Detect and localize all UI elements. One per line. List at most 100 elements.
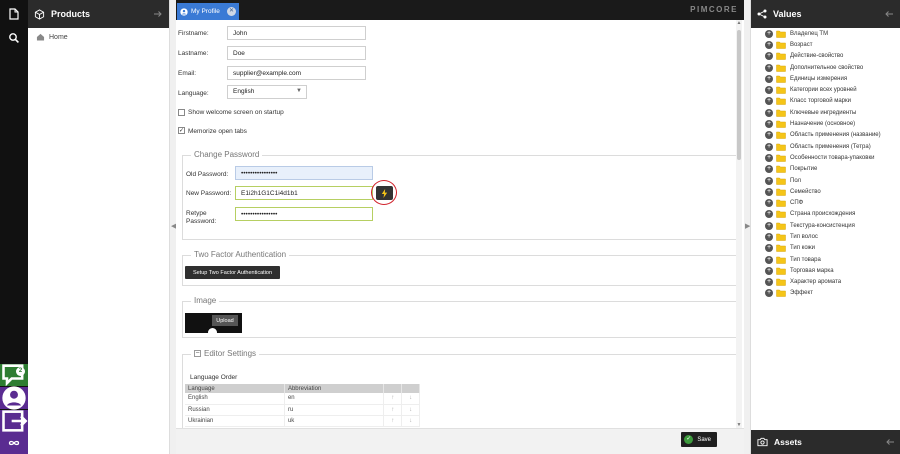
collapse-minus-icon[interactable]: −: [194, 350, 201, 357]
folder-icon: [776, 290, 786, 298]
expand-plus-icon[interactable]: +: [765, 86, 773, 95]
expand-plus-icon[interactable]: +: [765, 108, 773, 117]
image-fieldset: Image: [182, 296, 737, 338]
expand-plus-icon[interactable]: +: [765, 142, 773, 151]
expand-plus-icon[interactable]: +: [765, 176, 773, 185]
values-tree-item[interactable]: + Единицы измерения: [751, 73, 900, 84]
values-tree-item[interactable]: + Тип волос: [751, 231, 900, 242]
values-tree-item[interactable]: + Характер аромата: [751, 277, 900, 288]
values-tree-item[interactable]: + Страна происхождения: [751, 209, 900, 220]
expand-plus-icon[interactable]: +: [765, 187, 773, 196]
values-tree-item[interactable]: + Возраст: [751, 39, 900, 50]
values-tree-item[interactable]: + Пол: [751, 175, 900, 186]
export-menu-button[interactable]: [0, 410, 28, 432]
expand-plus-icon[interactable]: +: [765, 210, 773, 219]
values-tree-item[interactable]: + Область применения (название): [751, 130, 900, 141]
legend-text: Image: [194, 296, 217, 305]
upload-image-button[interactable]: Upload: [212, 315, 238, 326]
table-row[interactable]: Ukrainian uk ↑ ↓: [185, 415, 420, 427]
values-tree-item[interactable]: + Действие-свойство: [751, 51, 900, 62]
values-tree-item[interactable]: + Особенности товара-упаковки: [751, 152, 900, 163]
language-select[interactable]: English: [227, 85, 307, 99]
chevron-down-icon[interactable]: ▼: [296, 88, 302, 94]
values-tree-item[interactable]: + Ключевые ингредиенты: [751, 107, 900, 118]
expand-plus-icon[interactable]: +: [765, 120, 773, 129]
infinity-icon: [8, 440, 20, 446]
expand-plus-icon[interactable]: +: [765, 165, 773, 174]
values-tree-item[interactable]: + СПФ: [751, 197, 900, 208]
scrollbar-thumb[interactable]: [737, 30, 741, 160]
expand-plus-icon[interactable]: +: [765, 153, 773, 162]
values-tree-item-label: Возраст: [790, 41, 813, 48]
tree-item-home[interactable]: Home: [28, 30, 169, 44]
documents-nav-button[interactable]: [0, 2, 28, 26]
old-password-input[interactable]: [235, 166, 373, 180]
arrow-down-icon[interactable]: ↓: [401, 393, 420, 405]
move-up-column-header: [383, 384, 403, 393]
retype-password-input[interactable]: [235, 207, 373, 221]
values-tree-item-label: Единицы измерения: [790, 75, 848, 82]
values-tree-item[interactable]: + Категории всех уровней: [751, 84, 900, 95]
expand-plus-icon[interactable]: +: [765, 74, 773, 83]
abbreviation-cell: ru: [284, 404, 385, 416]
expand-plus-icon[interactable]: +: [765, 232, 773, 241]
setup-two-factor-button[interactable]: Setup Two Factor Authentication: [185, 266, 280, 279]
folder-icon: [776, 165, 786, 173]
email-input[interactable]: [227, 66, 366, 80]
expand-plus-icon[interactable]: +: [765, 97, 773, 106]
values-tree-item[interactable]: + Текстура-консистенция: [751, 220, 900, 231]
expand-plus-icon[interactable]: +: [765, 40, 773, 49]
form-scrollbar[interactable]: ▲ ▼: [736, 20, 742, 428]
arrow-down-icon[interactable]: ↓: [401, 415, 420, 427]
arrow-right-icon[interactable]: [153, 9, 163, 19]
values-tree-item[interactable]: + Эффект: [751, 288, 900, 299]
arrow-up-icon[interactable]: ↑: [383, 404, 403, 416]
arrow-left-icon[interactable]: [884, 9, 894, 19]
arrow-up-icon[interactable]: ↑: [383, 393, 403, 405]
expand-plus-icon[interactable]: +: [765, 29, 773, 38]
expand-plus-icon[interactable]: +: [765, 199, 773, 208]
expand-plus-icon[interactable]: +: [765, 244, 773, 253]
new-password-input[interactable]: [235, 186, 373, 200]
tab-my-profile[interactable]: My Profile ✕: [177, 3, 239, 20]
table-row[interactable]: English en ↑ ↓: [185, 393, 420, 405]
table-row[interactable]: Russian ru ↑ ↓: [185, 404, 420, 416]
profile-form: Firstname: Lastname: Email: Language: En…: [176, 20, 744, 428]
values-tree-item[interactable]: + Тип кожи: [751, 243, 900, 254]
scroll-up-arrow-icon[interactable]: ▲: [736, 20, 742, 26]
values-tree-item[interactable]: + Область применения (Тетра): [751, 141, 900, 152]
firstname-input[interactable]: [227, 26, 366, 40]
values-tree-item[interactable]: + Торговая марка: [751, 265, 900, 276]
arrow-left-icon[interactable]: [885, 437, 895, 447]
values-tree-item[interactable]: + Владелец ТМ: [751, 28, 900, 39]
notifications-button[interactable]: 2: [0, 364, 28, 387]
values-tree-item[interactable]: + Тип товара: [751, 254, 900, 265]
values-tree-item[interactable]: + Семейство: [751, 186, 900, 197]
values-tree-item[interactable]: + Назначение (основное): [751, 118, 900, 129]
values-tree-item-label: Назначение (основное): [790, 121, 856, 128]
values-tree-item[interactable]: + Дополнительное свойство: [751, 62, 900, 73]
expand-plus-icon[interactable]: +: [765, 52, 773, 61]
expand-plus-icon[interactable]: +: [765, 63, 773, 72]
arrow-down-icon[interactable]: ↓: [401, 404, 420, 416]
expand-plus-icon[interactable]: +: [765, 221, 773, 230]
values-tree-item[interactable]: + Покрытие: [751, 164, 900, 175]
close-icon[interactable]: ✕: [227, 7, 236, 16]
expand-plus-icon[interactable]: +: [765, 131, 773, 140]
editor-settings-legend[interactable]: − Editor Settings: [191, 349, 260, 358]
memorize-tabs-checkbox[interactable]: ✓: [178, 127, 185, 134]
welcome-screen-checkbox[interactable]: [178, 109, 185, 116]
pimcore-logo-button[interactable]: [0, 432, 28, 454]
user-menu-button[interactable]: [0, 386, 28, 410]
values-tree-item[interactable]: + Класс торговой марки: [751, 96, 900, 107]
expand-plus-icon[interactable]: +: [765, 278, 773, 287]
search-nav-button[interactable]: [0, 26, 28, 50]
assets-panel-header[interactable]: Assets: [751, 430, 900, 454]
expand-plus-icon[interactable]: +: [765, 255, 773, 264]
save-button[interactable]: ✓ Save: [681, 432, 717, 447]
lastname-input[interactable]: [227, 46, 366, 60]
expand-plus-icon[interactable]: +: [765, 266, 773, 275]
folder-icon: [776, 120, 786, 128]
arrow-up-icon[interactable]: ↑: [383, 415, 403, 427]
expand-plus-icon[interactable]: +: [765, 289, 773, 298]
